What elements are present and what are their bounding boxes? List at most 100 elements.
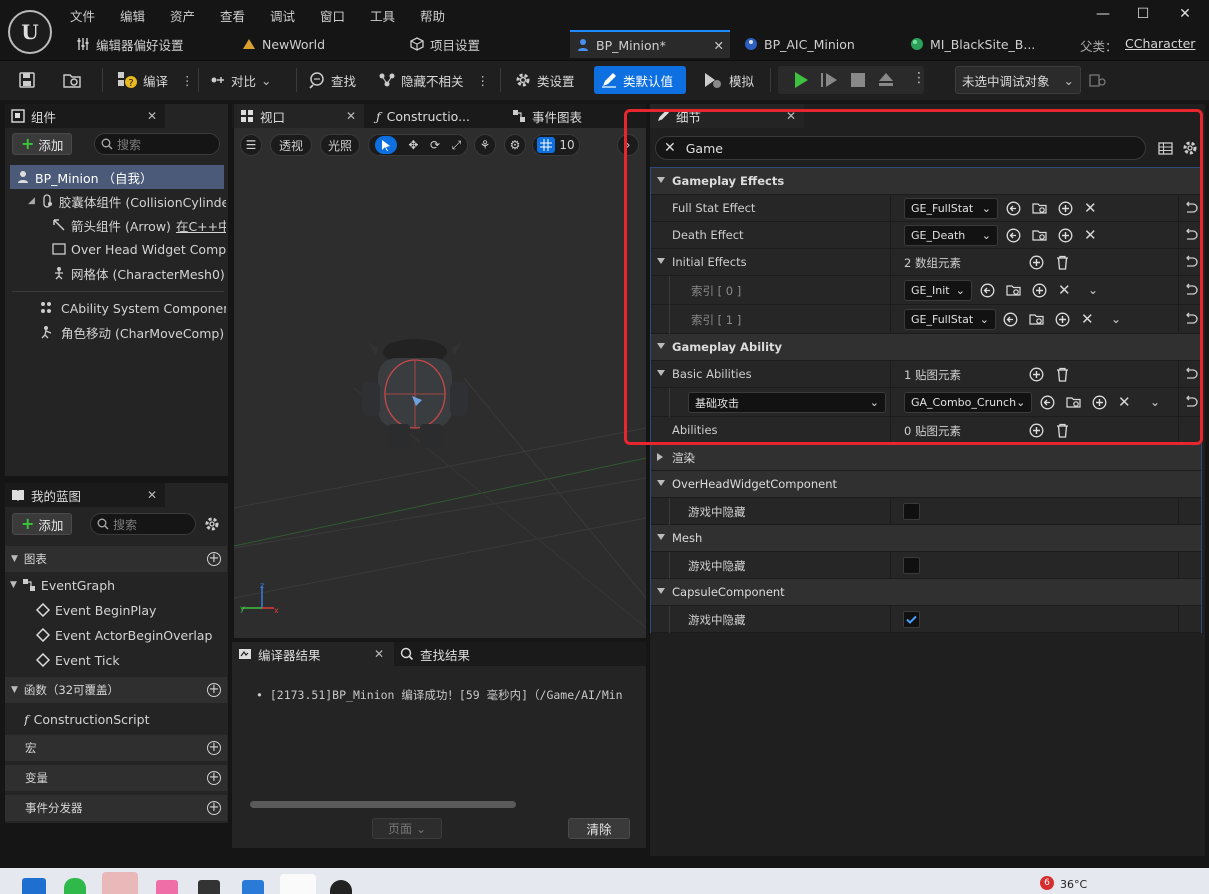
stop-icon[interactable] bbox=[850, 72, 866, 88]
asset-picker[interactable]: GE_FullStat ⌄ bbox=[904, 309, 996, 330]
add-circle-icon[interactable]: + bbox=[207, 801, 221, 815]
tree-item-event-actorbeginoverlap[interactable]: Event ActorBeginOverlap bbox=[36, 623, 224, 647]
find-button[interactable]: 查找 bbox=[302, 66, 362, 94]
close-tab-icon[interactable]: ✕ bbox=[346, 109, 356, 123]
category-gameplay-ability[interactable]: Gameplay Ability bbox=[651, 334, 1201, 361]
tree-item-mesh[interactable]: 网格体 (CharacterMesh0) bbox=[52, 261, 226, 285]
use-selected-icon[interactable] bbox=[980, 283, 995, 298]
taskbar-vscode-icon[interactable] bbox=[242, 880, 264, 894]
add-blueprint-item-button[interactable]: + 添加 bbox=[12, 513, 73, 535]
collapse-arrow-icon[interactable] bbox=[657, 177, 665, 183]
add-circle-icon[interactable]: + bbox=[207, 771, 221, 785]
reset-to-default-icon[interactable] bbox=[1184, 201, 1198, 215]
category-overhead-widget[interactable]: OverHeadWidgetComponent bbox=[651, 471, 1201, 498]
asset-picker[interactable]: GE_Init ⌄ bbox=[904, 280, 972, 301]
tab-editor-preferences[interactable]: 编辑器偏好设置 bbox=[70, 30, 230, 58]
viewport-menu-icon[interactable]: ☰ bbox=[240, 134, 262, 156]
browse-asset-icon[interactable] bbox=[1029, 312, 1044, 327]
menu-help[interactable]: 帮助 bbox=[420, 6, 445, 24]
collapse-arrow-icon[interactable] bbox=[657, 534, 665, 540]
clear-value-icon[interactable]: ✕ bbox=[1084, 201, 1099, 216]
select-tool-icon[interactable] bbox=[374, 136, 397, 154]
category-capsule-component[interactable]: CapsuleComponent bbox=[651, 579, 1201, 606]
clear-value-icon[interactable]: ✕ bbox=[1084, 228, 1099, 243]
my-blueprint-tab[interactable]: 我的蓝图 ✕ bbox=[5, 483, 165, 507]
chevron-down-icon[interactable]: ⌄ bbox=[1088, 283, 1103, 298]
reset-to-default-icon[interactable] bbox=[1184, 228, 1198, 242]
snap-settings-icon[interactable]: ⚙ bbox=[504, 134, 526, 156]
tree-item-capsule[interactable]: ◢ 胶囊体组件 (CollisionCylinde bbox=[28, 189, 226, 213]
add-circle-icon[interactable] bbox=[1055, 312, 1070, 327]
clear-button[interactable]: 清除 bbox=[568, 818, 630, 839]
collapse-arrow-icon[interactable]: ▼ bbox=[11, 554, 18, 564]
collapse-arrow-icon[interactable] bbox=[657, 343, 665, 349]
category-mesh[interactable]: Mesh bbox=[651, 525, 1201, 552]
maximize-icon[interactable]: ☐ bbox=[1130, 6, 1156, 24]
tree-item-event-graph[interactable]: ▼ EventGraph bbox=[10, 573, 224, 597]
browse-icon[interactable] bbox=[56, 66, 88, 94]
tab-construction-script[interactable]: ƒ Constructio... bbox=[370, 104, 500, 128]
close-tab-icon[interactable]: ✕ bbox=[147, 488, 157, 502]
expand-arrow-icon[interactable]: ◢ bbox=[28, 196, 35, 206]
close-tab-icon[interactable]: ✕ bbox=[374, 647, 384, 661]
class-defaults-button[interactable]: 类默认值 bbox=[594, 66, 686, 94]
menu-edit[interactable]: 编辑 bbox=[120, 6, 145, 24]
section-macros[interactable]: 宏 + bbox=[5, 735, 227, 761]
clear-value-icon[interactable]: ✕ bbox=[1118, 395, 1133, 410]
section-variables[interactable]: 变量 + bbox=[5, 765, 227, 791]
add-circle-icon[interactable]: + bbox=[207, 683, 221, 697]
add-component-button[interactable]: + 添加 bbox=[12, 133, 73, 155]
hidden-in-game-checkbox[interactable] bbox=[903, 503, 920, 520]
tab-newworld[interactable]: NewWorld bbox=[236, 30, 386, 58]
add-element-icon[interactable] bbox=[1029, 367, 1044, 382]
taskbar-wechat-icon[interactable] bbox=[64, 878, 86, 894]
use-selected-icon[interactable] bbox=[1006, 201, 1021, 216]
grid-snap-toggle[interactable]: 10 bbox=[532, 134, 580, 156]
taskbar-unreal-icon[interactable] bbox=[280, 874, 316, 894]
diff-button[interactable]: 对比 ⌄ bbox=[204, 66, 278, 94]
add-circle-icon[interactable] bbox=[1092, 395, 1107, 410]
map-key-select[interactable]: 基础攻击 ⌄ bbox=[688, 392, 886, 413]
clear-value-icon[interactable]: ✕ bbox=[1058, 283, 1073, 298]
move-tool-icon[interactable]: ✥ bbox=[408, 138, 418, 152]
eject-icon[interactable] bbox=[877, 71, 895, 89]
reset-to-default-icon[interactable] bbox=[1184, 283, 1198, 297]
close-tab-icon[interactable]: ✕ bbox=[714, 38, 724, 53]
rotate-tool-icon[interactable]: ⟳ bbox=[430, 138, 440, 152]
reset-to-default-icon[interactable] bbox=[1184, 367, 1198, 381]
components-search-input[interactable]: 搜索 bbox=[94, 133, 220, 155]
add-element-icon[interactable] bbox=[1029, 423, 1044, 438]
minimize-icon[interactable]: — bbox=[1090, 6, 1116, 24]
section-functions[interactable]: ▼ 函数（32可覆盖） + bbox=[5, 677, 227, 703]
use-selected-icon[interactable] bbox=[1040, 395, 1055, 410]
section-graphs[interactable]: ▼ 图表 + bbox=[5, 546, 227, 572]
property-matrix-icon[interactable] bbox=[1158, 141, 1173, 156]
tab-compiler-results[interactable]: 编译器结果 ✕ bbox=[232, 642, 392, 666]
add-circle-icon[interactable] bbox=[1032, 283, 1047, 298]
trash-icon[interactable] bbox=[1055, 367, 1070, 382]
hidden-in-game-checkbox[interactable] bbox=[903, 557, 920, 574]
tab-bp-minion[interactable]: BP_Minion* ✕ bbox=[570, 30, 730, 58]
page-dropdown[interactable]: 页面 ⌄ bbox=[372, 818, 442, 839]
expand-arrow-icon[interactable] bbox=[657, 453, 667, 461]
add-circle-icon[interactable]: + bbox=[207, 552, 221, 566]
use-selected-icon[interactable] bbox=[1006, 228, 1021, 243]
collapse-arrow-icon[interactable] bbox=[657, 480, 665, 486]
category-rendering[interactable]: 渲染 bbox=[651, 444, 1201, 471]
menu-view[interactable]: 查看 bbox=[220, 6, 245, 24]
clear-search-icon[interactable]: ✕ bbox=[664, 140, 676, 156]
browse-asset-icon[interactable] bbox=[1066, 395, 1081, 410]
close-window-icon[interactable]: ✕ bbox=[1172, 6, 1198, 24]
cpp-link[interactable]: 在C++中 bbox=[176, 216, 226, 235]
add-circle-icon[interactable]: + bbox=[207, 741, 221, 755]
gear-icon[interactable] bbox=[204, 516, 220, 532]
section-dispatchers[interactable]: 事件分发器 + bbox=[5, 795, 227, 821]
surface-snap-icon[interactable]: ⚘ bbox=[474, 134, 496, 156]
tab-details[interactable]: 细节 ✕ bbox=[650, 104, 804, 128]
unreal-logo-icon[interactable]: U bbox=[8, 10, 52, 54]
reset-to-default-icon[interactable] bbox=[1184, 312, 1198, 326]
add-element-icon[interactable] bbox=[1029, 255, 1044, 270]
reset-to-default-icon[interactable] bbox=[1184, 255, 1198, 269]
tab-find-results[interactable]: 查找结果 bbox=[394, 642, 646, 666]
menu-tools[interactable]: 工具 bbox=[370, 6, 395, 24]
